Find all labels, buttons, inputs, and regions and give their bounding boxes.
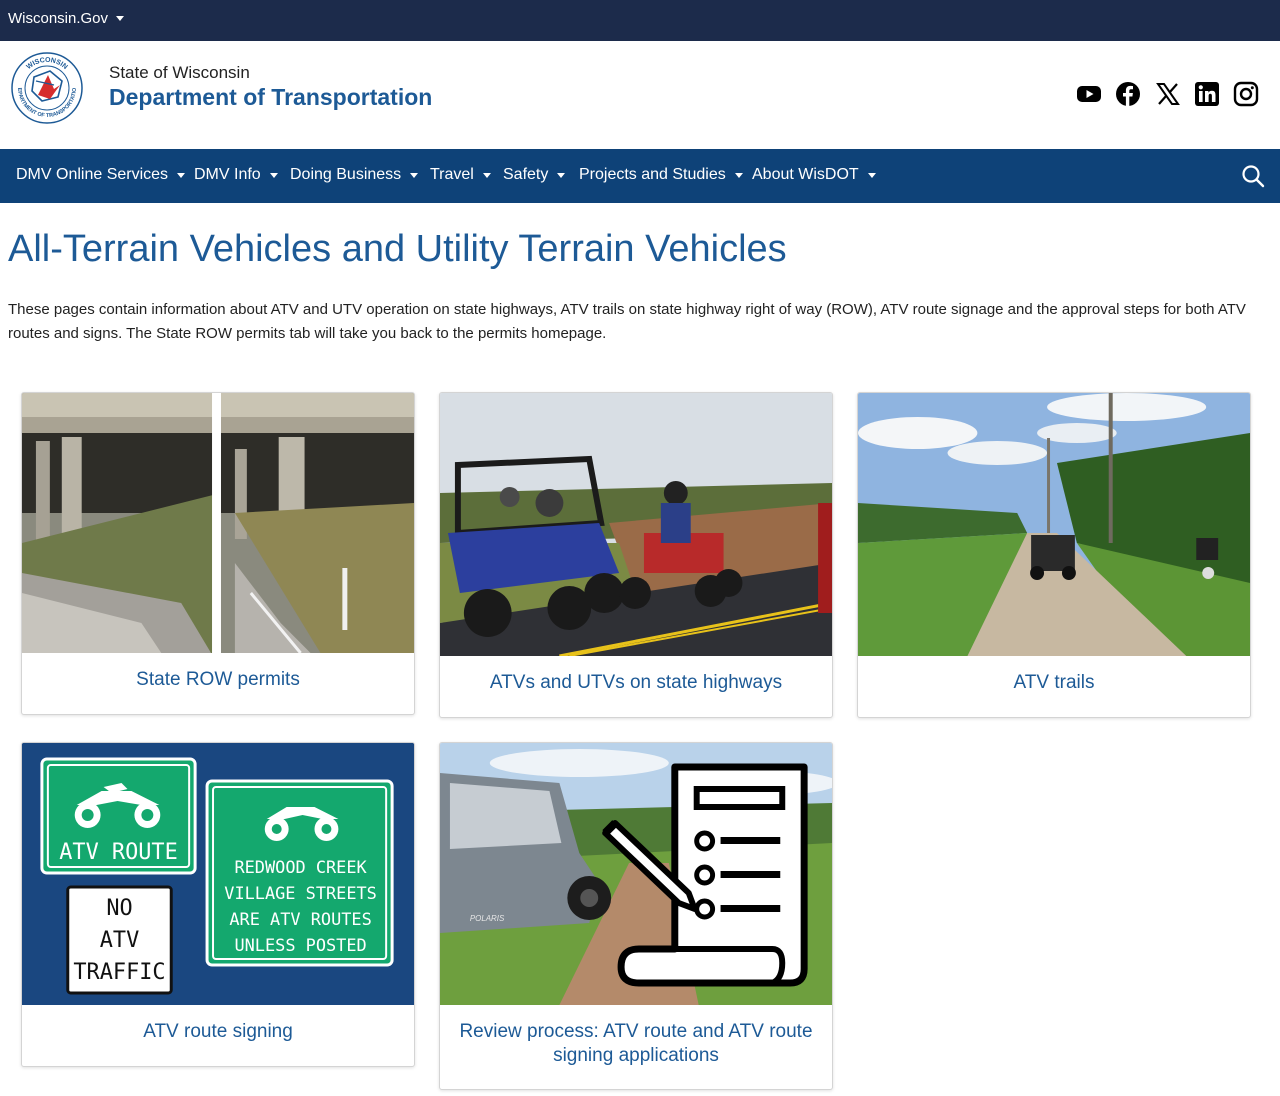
linkedin-icon[interactable]	[1194, 81, 1220, 107]
nav-item-label: Doing Business	[290, 166, 402, 183]
sign-redwood-line-3: ARE ATV ROUTES	[229, 909, 371, 929]
card-label: ATV trails	[1013, 672, 1095, 693]
nav-dmv-online-services[interactable]: DMV Online Services	[16, 166, 186, 184]
nav-item-label: Safety	[503, 166, 549, 183]
top-utility-bar: Wisconsin.Gov	[0, 0, 1280, 41]
wisconsin-gov-menu[interactable]: Wisconsin.Gov	[8, 10, 125, 27]
sign-atv-text: ATV	[100, 928, 140, 953]
nav-item-label: DMV Online Services	[16, 166, 169, 183]
nav-doing-business[interactable]: Doing Business	[290, 166, 419, 184]
instagram-icon[interactable]	[1233, 81, 1259, 107]
card-label: ATV route signing	[143, 1021, 293, 1042]
youtube-icon[interactable]	[1076, 81, 1102, 107]
card-review-process[interactable]: POLARIS Review process: ATV route and AT…	[439, 742, 833, 1090]
chevron-down-icon	[177, 172, 186, 178]
nav-item-label: Projects and Studies	[579, 166, 726, 183]
vehicle-brand-text: POLARIS	[470, 914, 505, 923]
card-atvs-utvs-state-highways[interactable]: ATVs and UTVs on state highways	[439, 392, 833, 718]
atv-utv-highway-photo	[440, 393, 832, 656]
chevron-down-icon	[867, 172, 876, 178]
intro-paragraph: These pages contain information about AT…	[8, 301, 1246, 342]
department-title[interactable]: Department of Transportation	[109, 84, 432, 111]
sign-redwood-line-2: VILLAGE STREETS	[224, 883, 377, 903]
facebook-icon[interactable]	[1115, 81, 1141, 107]
state-label: State of Wisconsin	[109, 63, 250, 82]
chevron-down-icon	[410, 172, 419, 178]
nav-item-label: About WisDOT	[752, 166, 859, 183]
chevron-down-icon	[269, 172, 278, 178]
nav-safety[interactable]: Safety	[503, 166, 566, 184]
card-atv-route-signing[interactable]: ATV ROUTE NO ATV TRAFFIC REDWOOD CREEK V…	[21, 742, 415, 1067]
sign-redwood-line-4: UNLESS POSTED	[234, 935, 366, 955]
card-label: State ROW permits	[136, 669, 300, 690]
wisdot-logo[interactable]: WISCONSIN DEPARTMENT OF TRANSPORTATION	[8, 47, 84, 125]
atv-route-signs-graphic: ATV ROUTE NO ATV TRAFFIC REDWOOD CREEK V…	[22, 743, 414, 1005]
sign-redwood-line-1: REDWOOD CREEK	[234, 857, 367, 877]
nav-travel[interactable]: Travel	[430, 166, 491, 184]
search-icon[interactable]	[1240, 163, 1266, 189]
card-state-row-permits[interactable]: State ROW permits	[21, 392, 415, 715]
sign-atv-route-text: ATV ROUTE	[59, 840, 178, 865]
atv-trail-photo	[858, 393, 1250, 656]
chevron-down-icon	[557, 172, 566, 178]
card-label: Review process: ATV route and ATV route …	[459, 1021, 813, 1066]
chevron-down-icon	[482, 172, 491, 178]
review-process-photo: POLARIS	[440, 743, 832, 1005]
main-nav: DMV Online Services DMV Info Doing Busin…	[0, 149, 1280, 203]
nav-about-wisdot[interactable]: About WisDOT	[752, 166, 876, 184]
nav-dmv-info[interactable]: DMV Info	[194, 166, 278, 184]
nav-projects-and-studies[interactable]: Projects and Studies	[579, 166, 743, 184]
card-atv-trails[interactable]: ATV trails	[857, 392, 1251, 718]
site-header: WISCONSIN DEPARTMENT OF TRANSPORTATION S…	[0, 41, 1280, 149]
page-title: All-Terrain Vehicles and Utility Terrain…	[8, 228, 787, 270]
chevron-down-icon	[734, 172, 743, 178]
nav-item-label: Travel	[430, 166, 474, 183]
chevron-down-icon	[116, 16, 125, 21]
bridge-underpass-photo	[22, 393, 414, 653]
nav-item-label: DMV Info	[194, 166, 261, 183]
x-icon[interactable]	[1155, 81, 1181, 107]
sign-no-text: NO	[106, 896, 132, 921]
wisconsin-gov-label: Wisconsin.Gov	[8, 10, 109, 27]
card-label: ATVs and UTVs on state highways	[489, 672, 783, 693]
sign-traffic-text: TRAFFIC	[73, 960, 165, 985]
